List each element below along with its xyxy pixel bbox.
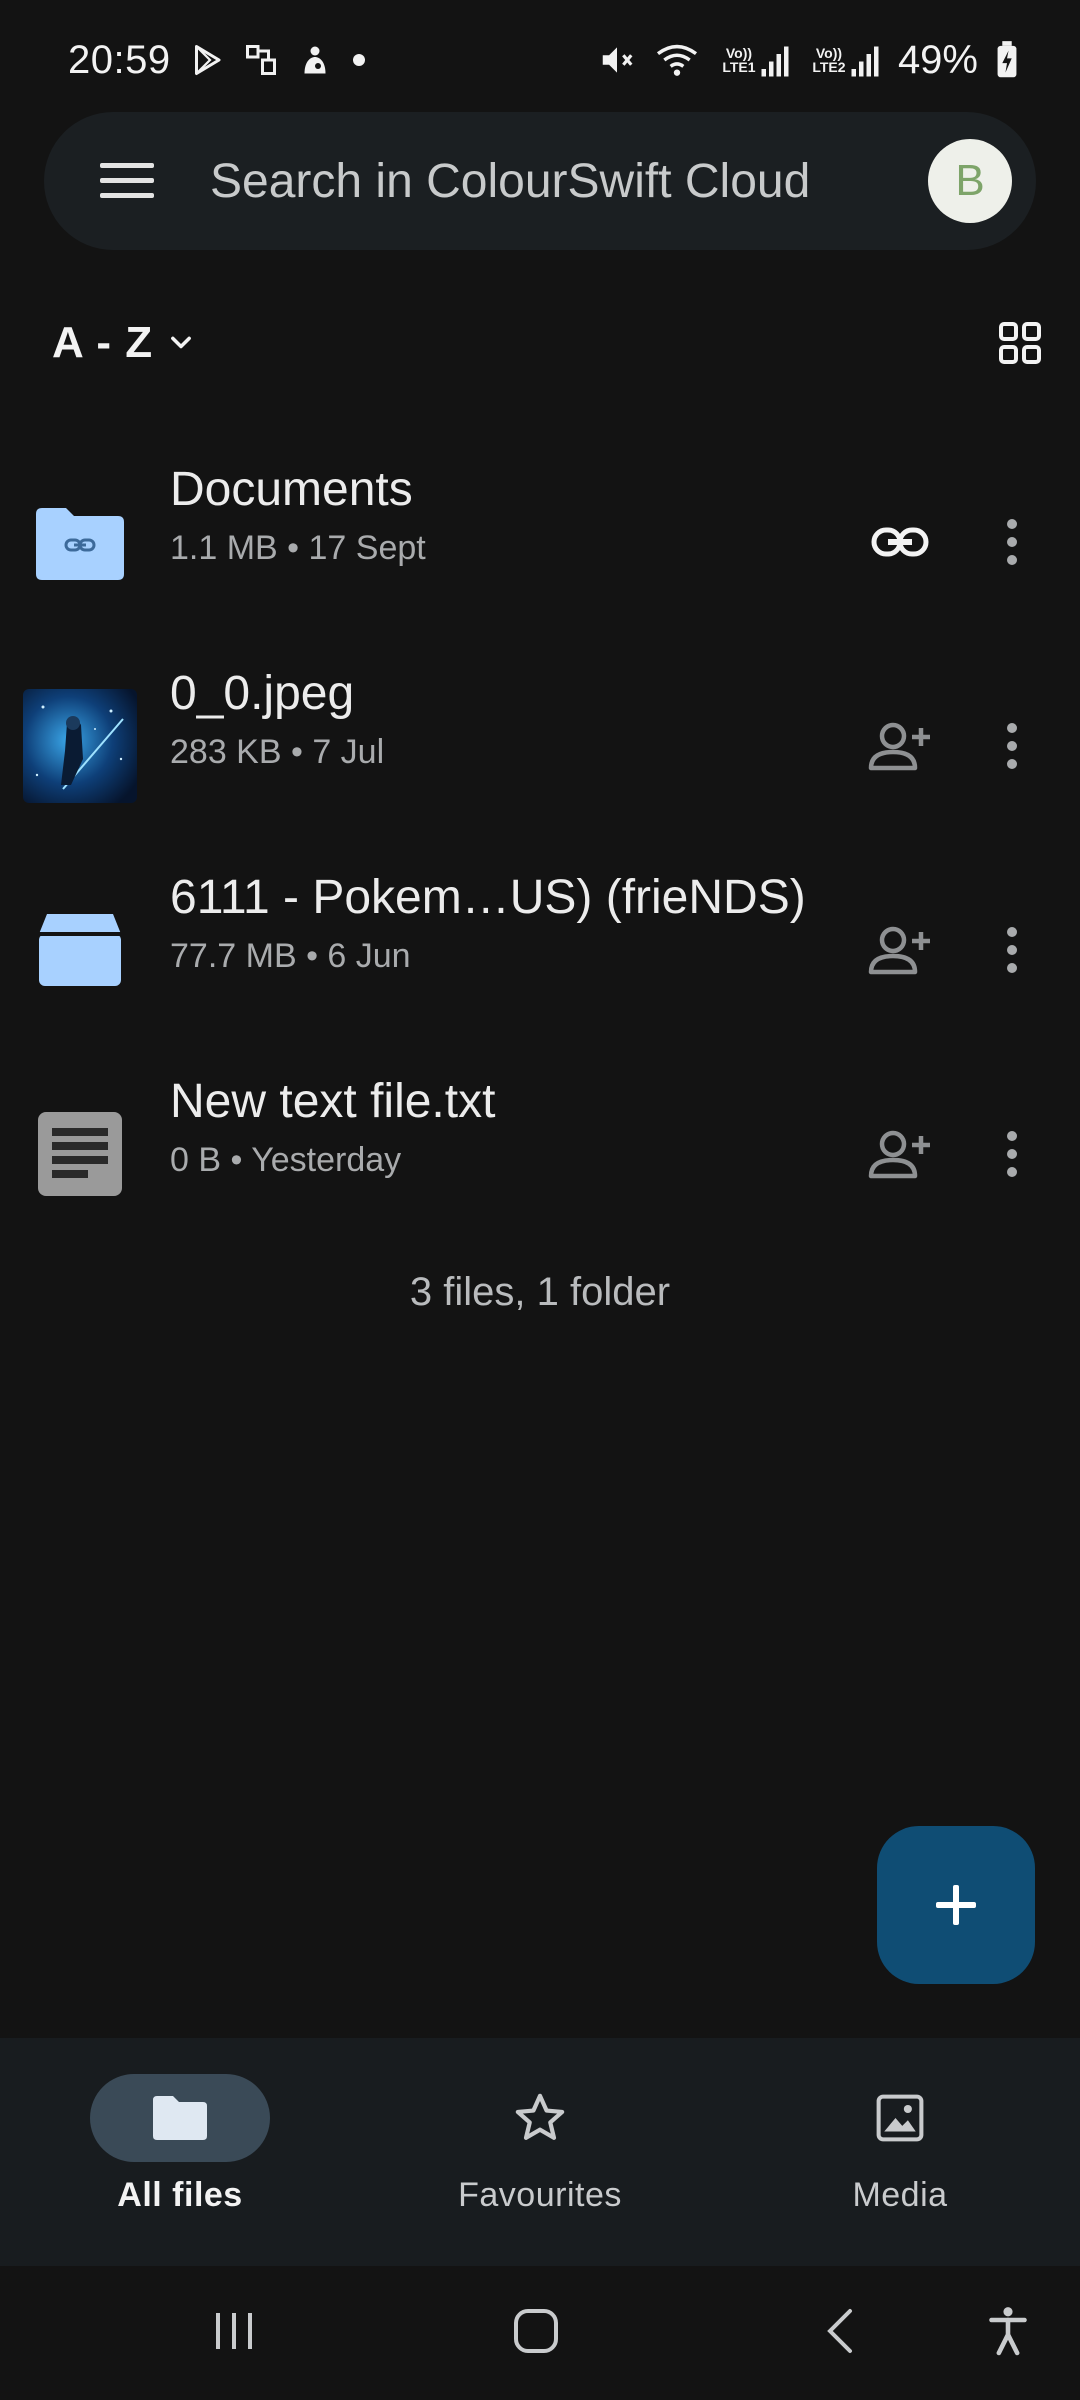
file-name: New text file.txt	[170, 1075, 496, 1128]
more-options-icon[interactable]	[972, 492, 1052, 592]
shared-folder-icon	[22, 484, 138, 600]
link-icon[interactable]	[850, 492, 950, 592]
archive-icon	[22, 892, 138, 1008]
menu-icon[interactable]	[100, 161, 154, 201]
file-meta: 0 B • Yesterday	[170, 1141, 402, 1179]
file-meta: 283 KB • 7 Jul	[170, 733, 385, 771]
status-time: 20:59	[68, 37, 171, 82]
add-person-icon[interactable]	[850, 1104, 950, 1204]
back-button[interactable]	[800, 2296, 880, 2366]
more-options-icon[interactable]	[972, 696, 1052, 796]
battery-percent: 49%	[897, 37, 978, 82]
wifi-icon	[654, 41, 700, 79]
more-options-icon[interactable]	[972, 1104, 1052, 1204]
system-nav	[0, 2266, 1080, 2400]
status-bar: 20:59 Vo)) LTE1 Vo)) LTE2 49%	[0, 0, 1080, 120]
list-item[interactable]: 0_0.jpeg 283 KB • 7 Jul	[0, 644, 1080, 848]
file-meta: 77.7 MB • 6 Jun	[170, 937, 411, 975]
file-count-summary: 3 files, 1 folder	[409, 1270, 671, 1314]
add-person-icon[interactable]	[850, 900, 950, 1000]
play-store-icon	[189, 42, 225, 78]
file-info: Documents 1.1 MB • 17 Sept	[170, 462, 426, 568]
sort-button[interactable]: A - Z	[52, 318, 195, 368]
mute-icon	[598, 41, 636, 79]
more-options-icon[interactable]	[972, 900, 1052, 1000]
list-item[interactable]: 6111 - Pokem…US) (frieNDS) 77.7 MB • 6 J…	[0, 848, 1080, 1052]
list-item[interactable]: New text file.txt 0 B • Yesterday	[0, 1052, 1080, 1256]
status-right: Vo)) LTE1 Vo)) LTE2 49%	[598, 38, 1018, 83]
image-thumbnail	[22, 688, 138, 804]
accessibility-icon[interactable]	[968, 2296, 1048, 2366]
sim1-label: Vo)) LTE1	[722, 45, 756, 75]
sim2-label: Vo)) LTE2	[812, 45, 846, 75]
file-info: New text file.txt 0 B • Yesterday	[170, 1074, 495, 1180]
nav-label: Favourites	[458, 2176, 622, 2214]
add-person-icon[interactable]	[850, 696, 950, 796]
nav-pill	[450, 2074, 630, 2162]
file-info: 6111 - Pokem…US) (frieNDS) 77.7 MB • 6 J…	[170, 870, 806, 976]
nav-pill	[90, 2074, 270, 2162]
sim1-signal-icon: Vo)) LTE1	[718, 42, 790, 78]
plus-icon	[934, 1883, 978, 1927]
star-icon	[511, 2090, 569, 2146]
folder-icon	[151, 2094, 209, 2142]
chevron-down-icon	[167, 329, 195, 357]
grid-view-icon[interactable]	[998, 321, 1042, 365]
file-list: Documents 1.1 MB • 17 Sept 0_0.jpeg 283 …	[0, 440, 1080, 1256]
app-notification-icon	[243, 42, 279, 78]
bottom-nav: All files Favourites Media	[0, 2038, 1080, 2266]
search-input[interactable]: Search in ColourSwift Cloud	[210, 154, 928, 209]
nav-pill	[810, 2074, 990, 2162]
list-item[interactable]: Documents 1.1 MB • 17 Sept	[0, 440, 1080, 644]
file-meta: 1.1 MB • 17 Sept	[170, 529, 426, 567]
nav-media[interactable]: Media	[720, 2038, 1080, 2266]
assistant-icon	[297, 42, 333, 78]
sort-row: A - Z	[52, 300, 1042, 386]
search-bar[interactable]: Search in ColourSwift Cloud B	[44, 112, 1036, 250]
add-button[interactable]	[877, 1826, 1035, 1984]
status-left: 20:59	[68, 38, 367, 83]
nav-all-files[interactable]: All files	[0, 2038, 360, 2266]
sim2-signal-icon: Vo)) LTE2	[808, 42, 880, 78]
file-name: 0_0.jpeg	[170, 667, 355, 720]
screen: 20:59 Vo)) LTE1 Vo)) LTE2 49% Search in …	[0, 0, 1080, 2400]
notification-dot-icon	[351, 52, 367, 68]
avatar[interactable]: B	[928, 139, 1012, 223]
home-button[interactable]	[496, 2296, 576, 2366]
battery-charging-icon	[996, 41, 1018, 79]
text-file-icon	[22, 1096, 138, 1212]
sort-label: A - Z	[52, 318, 154, 367]
nav-label: Media	[852, 2176, 948, 2214]
file-info: 0_0.jpeg 283 KB • 7 Jul	[170, 666, 384, 772]
file-name: Documents	[170, 463, 413, 516]
file-name: 6111 - Pokem…US) (frieNDS)	[170, 871, 806, 924]
recent-apps-button[interactable]	[194, 2296, 274, 2366]
image-icon	[873, 2091, 927, 2145]
nav-favourites[interactable]: Favourites	[360, 2038, 720, 2266]
nav-label: All files	[117, 2176, 243, 2214]
